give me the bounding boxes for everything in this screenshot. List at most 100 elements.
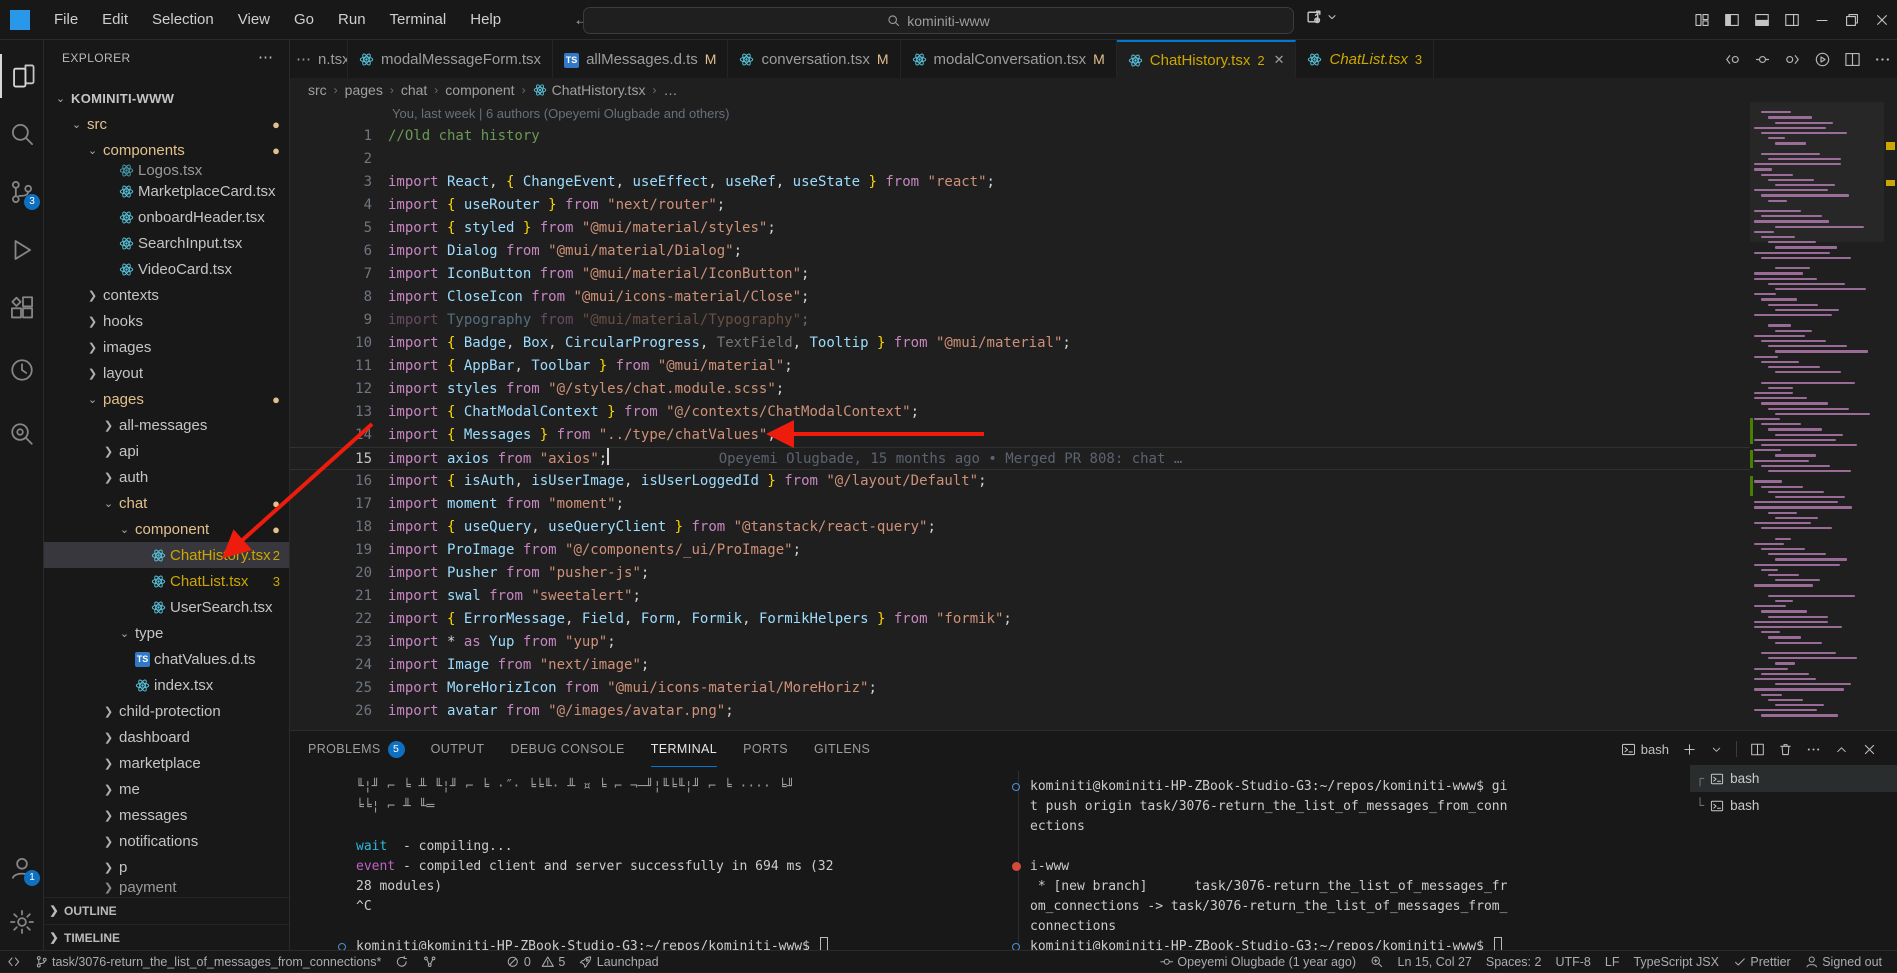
terminal-list-item-bash[interactable]: └bash [1690,792,1897,819]
activitybar-source-control-icon[interactable]: 3 [0,170,44,214]
statusbar-cursor-position[interactable]: Ln 15, Col 27 [1391,951,1479,973]
menu-help[interactable]: Help [458,0,513,40]
command-center-search[interactable]: kominiti-www [583,7,1294,34]
sidebar-section-outline[interactable]: ❯OUTLINE [44,897,290,923]
minimap[interactable] [1750,102,1884,730]
terminal-split-divider[interactable] [1018,771,1019,947]
terminal-profile-icon[interactable]: bash [1621,742,1669,757]
statusbar-formatter[interactable]: Prettier [1726,951,1798,973]
tree-item-usersearch-tsx[interactable]: UserSearch.tsx [44,594,290,620]
open-change-icon[interactable] [1754,51,1771,68]
statusbar-zoom-indicator[interactable] [1363,951,1391,973]
tab-chatlist-tsx[interactable]: ChatList.tsx3 [1296,40,1434,78]
kill-terminal-icon[interactable] [1778,742,1793,757]
code-line-6[interactable]: 6import Dialog from "@mui/material/Dialo… [290,240,1750,263]
more-icon[interactable] [1874,51,1891,68]
code-editor[interactable]: You, last week | 6 authors (Opeyemi Olug… [290,102,1750,730]
activitybar-gitlens-inspect-icon[interactable] [0,412,44,456]
tree-item-child-protection[interactable]: ❯child-protection [44,698,290,724]
close-panel-icon[interactable] [1862,742,1877,757]
tree-item-marketplacecard-tsx[interactable]: MarketplaceCard.tsx [44,178,290,204]
menu-terminal[interactable]: Terminal [378,0,459,40]
tree-item-logos-tsx[interactable]: Logos.tsx [44,163,290,178]
toggle-panel-icon[interactable] [1747,0,1777,40]
tree-item-component[interactable]: ⌄component● [44,516,290,542]
launch-configuration-icon[interactable] [1306,8,1323,25]
run-circle-icon[interactable] [1814,51,1831,68]
code-line-7[interactable]: 7import IconButton from "@mui/material/I… [290,263,1750,286]
statusbar-problems-summary[interactable]: 05 [499,951,572,973]
tree-item-searchinput-tsx[interactable]: SearchInput.tsx [44,230,290,256]
menu-selection[interactable]: Selection [140,0,226,40]
close-tab-icon[interactable]: ✕ [1274,52,1285,68]
split-terminal-icon[interactable] [1750,742,1765,757]
statusbar-sync-changes[interactable] [388,951,416,973]
statusbar-remote-indicator[interactable] [0,951,28,973]
menu-run[interactable]: Run [326,0,378,40]
code-line-18[interactable]: 18import { useQuery, useQueryClient } fr… [290,516,1750,539]
code-line-20[interactable]: 20import Pusher from "pusher-js"; [290,562,1750,585]
code-line-1[interactable]: 1//Old chat history [290,125,1750,148]
breadcrumb-item[interactable]: component [445,82,514,98]
tree-item-images[interactable]: ❯images [44,334,290,360]
tree-item-marketplace[interactable]: ❯marketplace [44,750,290,776]
menu-file[interactable]: File [42,0,90,40]
split-editor-icon[interactable] [1844,51,1861,68]
code-line-16[interactable]: 16import { isAuth, isUserImage, isUserLo… [290,470,1750,493]
new-terminal-icon[interactable] [1682,742,1697,757]
statusbar-blame-author[interactable]: Opeyemi Olugbade (1 year ago) [1153,951,1363,973]
tree-item-payment[interactable]: ❯payment [44,880,290,895]
tree-item-src[interactable]: ⌄src● [44,111,290,137]
gitlens-authors-codelens[interactable]: You, last week | 6 authors (Opeyemi Olug… [290,102,1750,125]
code-line-9[interactable]: 9import Typography from "@mui/material/T… [290,309,1750,332]
customize-layout-icon[interactable] [1687,0,1717,40]
statusbar-indentation[interactable]: Spaces: 2 [1479,951,1549,973]
tree-item-all-messages[interactable]: ❯all-messages [44,412,290,438]
activitybar-explorer-icon[interactable] [0,54,44,98]
code-line-26[interactable]: 26import avatar from "@/images/avatar.pn… [290,700,1750,723]
tree-item-index-tsx[interactable]: index.tsx [44,672,290,698]
tree-item-type[interactable]: ⌄type [44,620,290,646]
tree-item-layout[interactable]: ❯layout [44,360,290,386]
tree-item-videocard-tsx[interactable]: VideoCard.tsx [44,256,290,282]
sidebar-section-timeline[interactable]: ❯TIMELINE [44,924,290,950]
statusbar-eol[interactable]: LF [1598,951,1627,973]
breadcrumb[interactable]: src›pages›chat›component›ChatHistory.tsx… [290,78,1897,102]
toggle-sidebar-icon[interactable] [1717,0,1747,40]
tree-item-me[interactable]: ❯me [44,776,290,802]
tree-item-pages[interactable]: ⌄pages● [44,386,290,412]
tree-item-auth[interactable]: ❯auth [44,464,290,490]
tab-modalconversation-tsx[interactable]: modalConversation.tsxM [901,40,1117,78]
code-line-13[interactable]: 13import { ChatModalContext } from "@/co… [290,401,1750,424]
tree-item-chat[interactable]: ⌄chat● [44,490,290,516]
statusbar-launchpad[interactable]: Launchpad [572,951,665,973]
code-line-12[interactable]: 12import styles from "@/styles/chat.modu… [290,378,1750,401]
activitybar-account-icon[interactable]: 1 [0,846,44,890]
code-line-22[interactable]: 22import { ErrorMessage, Field, Form, Fo… [290,608,1750,631]
activitybar-gitlens-icon[interactable] [0,348,44,392]
maximize-panel-icon[interactable] [1834,742,1849,757]
code-line-21[interactable]: 21import swal from "sweetalert"; [290,585,1750,608]
statusbar-signed-out[interactable]: Signed out [1798,951,1889,973]
tree-item-dashboard[interactable]: ❯dashboard [44,724,290,750]
tree-item-contexts[interactable]: ❯contexts [44,282,290,308]
terminal-dropdown-icon[interactable] [1710,743,1723,756]
tab-n-tsx[interactable]: ⋯n.tsx [290,40,348,78]
code-line-11[interactable]: 11import { AppBar, Toolbar } from "@mui/… [290,355,1750,378]
tree-item-api[interactable]: ❯api [44,438,290,464]
panel-tab-terminal[interactable]: TERMINAL [651,731,717,767]
tree-item-kominiti-www[interactable]: ⌄KOMINITI-WWW [44,85,290,111]
tree-item-chathistory-tsx[interactable]: ChatHistory.tsx2 [44,542,290,568]
menu-go[interactable]: Go [282,0,326,40]
activitybar-search-icon[interactable] [0,112,44,156]
breadcrumb-item[interactable]: chat [401,82,427,98]
statusbar-git-branch[interactable]: task/3076-return_the_list_of_messages_fr… [28,951,389,973]
breadcrumb-item[interactable]: pages [345,82,383,98]
explorer-more-actions-icon[interactable]: ⋯ [258,48,273,66]
code-line-19[interactable]: 19import ProImage from "@/components/_ui… [290,539,1750,562]
panel-tab-debug-console[interactable]: DEBUG CONSOLE [510,731,624,767]
code-line-2[interactable]: 2 [290,148,1750,171]
panel-tab-output[interactable]: OUTPUT [431,731,485,767]
code-line-24[interactable]: 24import Image from "next/image"; [290,654,1750,677]
breadcrumb-item[interactable]: ChatHistory.tsx [533,82,646,98]
